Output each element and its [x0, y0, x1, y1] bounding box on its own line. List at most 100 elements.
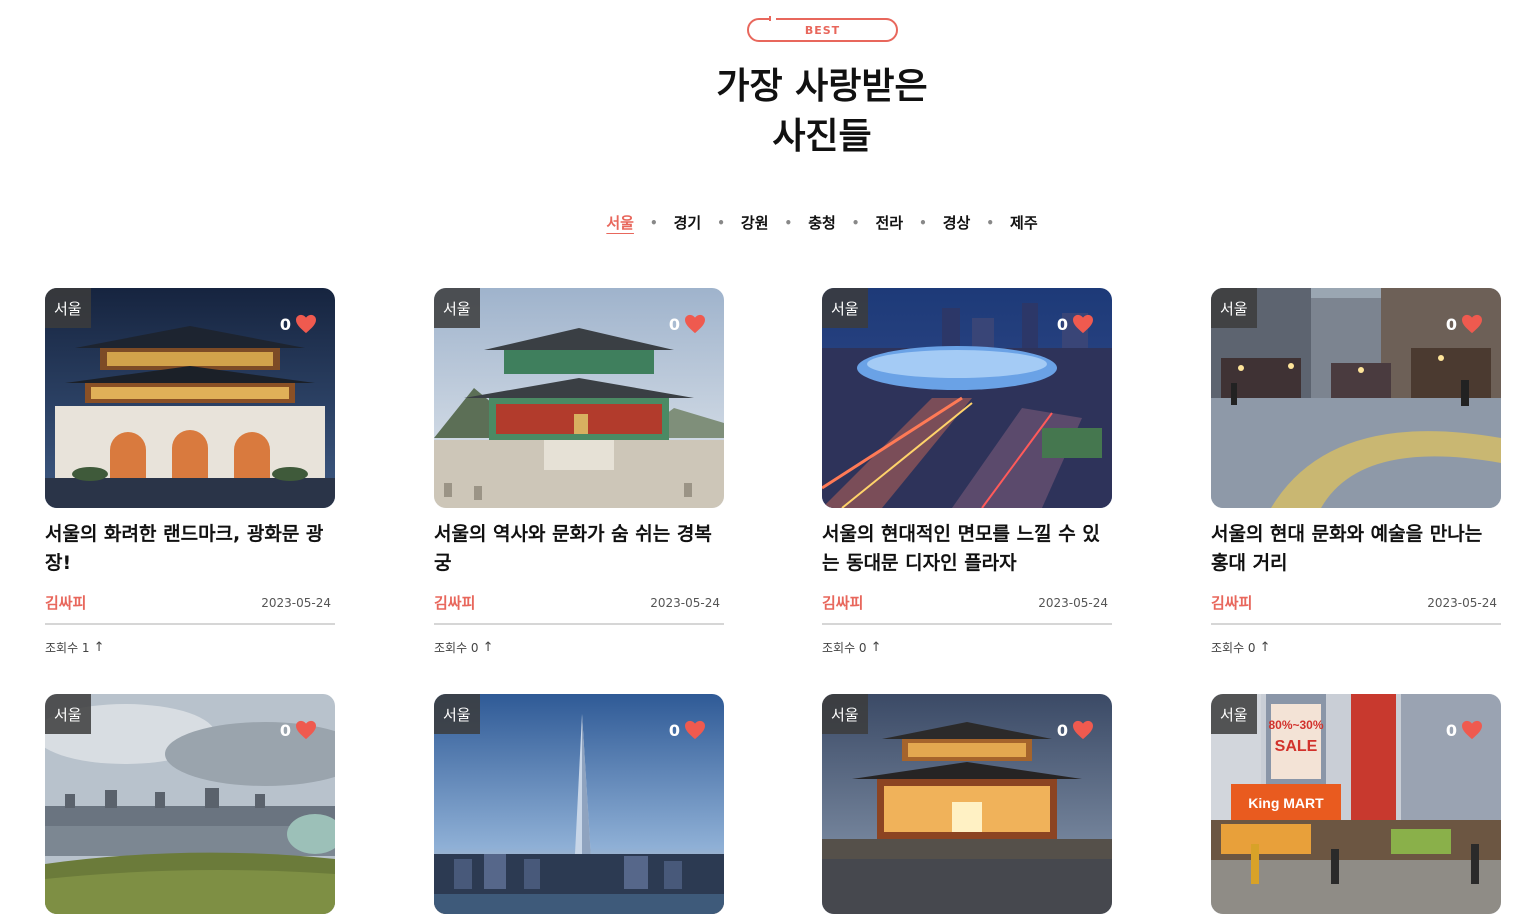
- tab-separator-dot: •: [919, 215, 927, 230]
- photo-card[interactable]: 서울 0 서울의 현대 문화와 예술을 만나는 홍대 거리 김싸피 2023-0…: [1211, 288, 1501, 656]
- tab-separator-dot: •: [986, 215, 995, 230]
- view-count: 조회수 0: [822, 641, 867, 655]
- tab-separator-dot: •: [717, 215, 725, 230]
- photo-card[interactable]: 서울 0 서울의 화려한 랜드마크, 광화문 광장! 김싸피 2023-05-2…: [45, 288, 335, 656]
- like-counter[interactable]: 0: [1446, 314, 1483, 334]
- view-count-row: 조회수 1 ↑: [45, 639, 335, 656]
- like-counter[interactable]: 0: [1446, 720, 1483, 740]
- like-count: 0: [1056, 314, 1068, 334]
- card-title[interactable]: 서울의 역사와 문화가 숨 쉬는 경복궁: [434, 520, 724, 578]
- like-counter[interactable]: 0: [280, 720, 317, 740]
- card-title[interactable]: 서울의 현대적인 면모를 느낄 수 있는 동대문 디자인 플라자: [822, 520, 1112, 578]
- region-tabs: 서울 • 경기 • 강원 • 충청 • 전라 • 경상 • 제주: [0, 212, 1528, 233]
- photo-card[interactable]: 80%~30% SALE King MART 서울 0: [1211, 694, 1501, 914]
- photo-card[interactable]: 서울 0: [434, 694, 724, 914]
- badge-decoration: [769, 16, 776, 21]
- region-tag: 서울: [822, 288, 868, 328]
- card-meta: 김싸피 2023-05-24: [45, 592, 335, 625]
- like-count: 0: [1445, 720, 1457, 740]
- tab-gangwon[interactable]: 강원: [739, 212, 771, 233]
- card-thumbnail[interactable]: 서울 0: [822, 694, 1112, 914]
- heart-icon[interactable]: [684, 314, 706, 334]
- heart-icon[interactable]: [1461, 314, 1483, 334]
- region-tag: 서울: [45, 288, 91, 328]
- region-tag: 서울: [434, 694, 480, 734]
- view-count-row: 조회수 0 ↑: [434, 639, 724, 656]
- region-tag: 서울: [1211, 694, 1257, 734]
- view-count-row: 조회수 0 ↑: [1211, 639, 1501, 656]
- heart-icon[interactable]: [295, 314, 317, 334]
- view-count: 조회수 1: [45, 641, 90, 655]
- discount-sign: 80%~30%: [1268, 718, 1323, 732]
- section-title: 가장 사랑받은 사진들: [0, 62, 1528, 162]
- card-meta: 김싸피 2023-05-24: [1211, 592, 1501, 625]
- card-title[interactable]: 서울의 화려한 랜드마크, 광화문 광장!: [45, 520, 335, 578]
- heart-icon[interactable]: [295, 720, 317, 740]
- heart-icon[interactable]: [1072, 314, 1094, 334]
- page: BEST 가장 사랑받은 사진들 서울 • 경기 • 강원 • 충청 • 전라 …: [0, 0, 1528, 920]
- tab-separator-dot: •: [851, 215, 860, 230]
- tab-separator-dot: •: [784, 215, 793, 230]
- like-counter[interactable]: 0: [1057, 314, 1094, 334]
- view-count-row: 조회수 0 ↑: [822, 639, 1112, 656]
- region-tag: 서울: [1211, 288, 1257, 328]
- arrow-up-icon: ↑: [870, 640, 882, 655]
- heart-icon[interactable]: [1072, 720, 1094, 740]
- author-name: 김싸피: [822, 594, 864, 612]
- tab-seoul[interactable]: 서울: [604, 212, 636, 233]
- heart-icon[interactable]: [684, 720, 706, 740]
- card-meta: 김싸피 2023-05-24: [822, 592, 1112, 625]
- card-thumbnail[interactable]: 서울 0: [822, 288, 1112, 508]
- like-counter[interactable]: 0: [669, 314, 706, 334]
- card-thumbnail[interactable]: 서울 0: [434, 288, 724, 508]
- card-title[interactable]: 서울의 현대 문화와 예술을 만나는 홍대 거리: [1211, 520, 1501, 578]
- author-name: 김싸피: [45, 594, 87, 612]
- best-badge-label: BEST: [804, 23, 841, 37]
- arrow-up-icon: ↑: [482, 640, 494, 655]
- like-counter[interactable]: 0: [1057, 720, 1094, 740]
- region-tag: 서울: [434, 288, 480, 328]
- tab-separator-dot: •: [649, 215, 658, 230]
- region-tag: 서울: [45, 694, 91, 734]
- author-name: 김싸피: [1211, 594, 1253, 612]
- tab-jeju[interactable]: 제주: [1008, 212, 1040, 233]
- region-tag: 서울: [822, 694, 868, 734]
- photo-card[interactable]: 서울 0 서울의 현대적인 면모를 느낄 수 있는 동대문 디자인 플라자 김싸…: [822, 288, 1112, 656]
- section-title-line1: 가장 사랑받은: [716, 66, 928, 107]
- heart-icon[interactable]: [1461, 720, 1483, 740]
- view-count: 조회수 0: [434, 641, 479, 655]
- section-title-line2: 사진들: [772, 116, 872, 157]
- author-name: 김싸피: [434, 594, 476, 612]
- post-date: 2023-05-24: [261, 595, 331, 610]
- post-date: 2023-05-24: [650, 595, 720, 610]
- store-sign: King MART: [1248, 795, 1324, 811]
- post-date: 2023-05-24: [1427, 595, 1497, 610]
- like-counter[interactable]: 0: [669, 720, 706, 740]
- tab-gyeongsang[interactable]: 경상: [941, 212, 973, 233]
- like-counter[interactable]: 0: [280, 314, 317, 334]
- tab-jeolla[interactable]: 전라: [873, 212, 905, 233]
- like-count: 0: [279, 314, 291, 334]
- post-date: 2023-05-24: [1038, 595, 1108, 610]
- arrow-up-icon: ↑: [1259, 640, 1271, 655]
- photo-card[interactable]: 서울 0: [45, 694, 335, 914]
- like-count: 0: [1445, 314, 1457, 334]
- card-meta: 김싸피 2023-05-24: [434, 592, 724, 625]
- tab-gyeonggi[interactable]: 경기: [672, 212, 704, 233]
- sale-sign: SALE: [1275, 738, 1318, 755]
- photo-card[interactable]: 서울 0 서울의 역사와 문화가 숨 쉬는 경복궁 김싸피 2023-05-24…: [434, 288, 724, 656]
- tab-chungcheong[interactable]: 충청: [806, 212, 838, 233]
- card-thumbnail[interactable]: 서울 0: [1211, 288, 1501, 508]
- best-badge: BEST: [747, 16, 898, 42]
- card-thumbnail[interactable]: 서울 0: [45, 288, 335, 508]
- like-count: 0: [668, 314, 680, 334]
- like-count: 0: [668, 720, 680, 740]
- photo-card[interactable]: 서울 0: [822, 694, 1112, 914]
- like-count: 0: [1056, 720, 1068, 740]
- like-count: 0: [279, 720, 291, 740]
- view-count: 조회수 0: [1211, 641, 1256, 655]
- card-thumbnail[interactable]: 서울 0: [434, 694, 724, 914]
- arrow-up-icon: ↑: [93, 640, 105, 655]
- card-thumbnail[interactable]: 80%~30% SALE King MART 서울 0: [1211, 694, 1501, 914]
- card-thumbnail[interactable]: 서울 0: [45, 694, 335, 914]
